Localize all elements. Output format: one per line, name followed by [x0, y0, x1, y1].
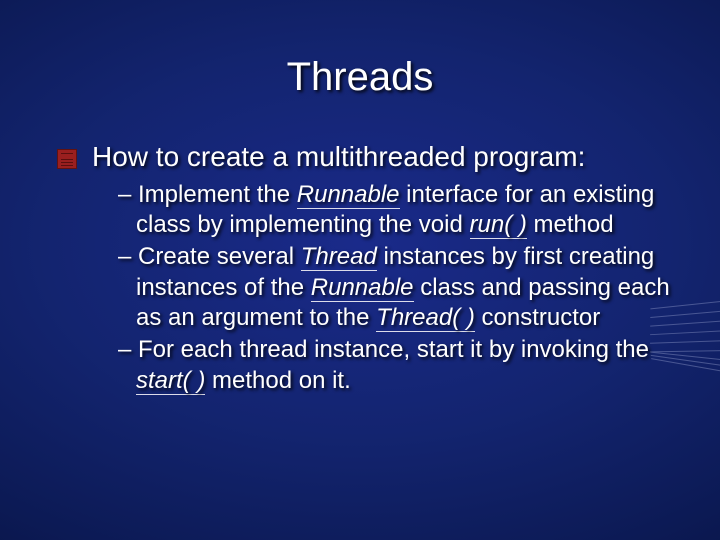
keyword-thread-ctor: Thread( ) [376, 304, 475, 332]
sub-bullet-list: – Implement the Runnable interface for a… [92, 180, 680, 397]
keyword-run: run( ) [470, 211, 527, 239]
text: method on it. [205, 367, 350, 394]
slide: Threads How to create a multithreaded pr… [0, 0, 720, 540]
dash: – [118, 336, 138, 363]
keyword-runnable: Runnable [297, 181, 400, 209]
keyword-thread: Thread [301, 243, 377, 271]
bullet-text: How to create a multithreaded program: [92, 140, 680, 174]
sub-bullet-2: – Create several Thread instances by fir… [118, 242, 680, 334]
dash: – [118, 243, 138, 270]
bullet-item: How to create a multithreaded program: [92, 140, 680, 174]
dash: – [118, 181, 138, 208]
content-area: How to create a multithreaded program: –… [92, 140, 680, 398]
keyword-start: start( ) [136, 367, 205, 395]
text: For each thread instance, start it by in… [138, 336, 649, 363]
text: constructor [475, 304, 600, 331]
sub-bullet-3: – For each thread instance, start it by … [118, 335, 680, 396]
slide-title: Threads [0, 55, 720, 100]
text: method [527, 211, 614, 238]
text: Create several [138, 243, 301, 270]
keyword-runnable: Runnable [311, 274, 414, 302]
sub-bullet-1: – Implement the Runnable interface for a… [118, 180, 680, 241]
text: Implement the [138, 181, 297, 208]
bullet-icon [57, 149, 77, 169]
